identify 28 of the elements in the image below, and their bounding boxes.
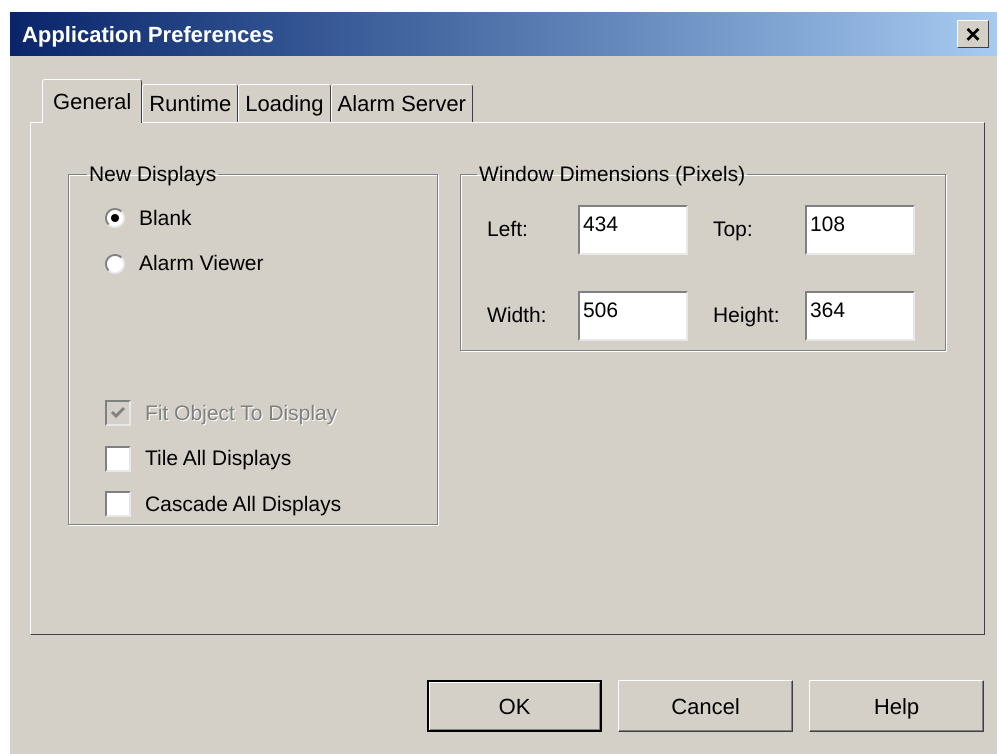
input-field[interactable]: 434: [578, 204, 688, 254]
checkbox-label: Fit Object To Display: [145, 400, 338, 426]
dialog-button[interactable]: Help: [809, 680, 984, 732]
checkbox-label: Tile All Displays: [145, 446, 292, 472]
tab[interactable]: Runtime: [142, 84, 238, 122]
field-label: Left:: [487, 216, 528, 243]
checkbox[interactable]: [105, 446, 131, 472]
tab[interactable]: Loading: [238, 84, 331, 122]
group-title: New Displays: [88, 162, 218, 188]
radio-button[interactable]: [105, 254, 125, 274]
input-field[interactable]: 108: [805, 204, 915, 254]
field-label: Top:: [713, 216, 753, 243]
tab[interactable]: General: [42, 79, 142, 123]
tab[interactable]: Alarm Server: [330, 84, 473, 122]
window-title: Application Preferences: [22, 20, 274, 49]
field-label: Height:: [713, 302, 780, 329]
radio-button[interactable]: [105, 208, 125, 228]
dialog-button[interactable]: OK: [427, 680, 602, 732]
dialog-button[interactable]: Cancel: [618, 680, 793, 732]
input-field[interactable]: 506: [578, 290, 688, 340]
field-label: Width:: [487, 302, 547, 329]
radio-label: Alarm Viewer: [139, 251, 264, 277]
close-button[interactable]: ×: [957, 20, 989, 48]
input-field[interactable]: 364: [805, 290, 915, 340]
checkbox-label: Cascade All Displays: [145, 492, 342, 518]
checkbox[interactable]: [105, 491, 131, 518]
radio-label: Blank: [139, 206, 192, 232]
group-title: Window Dimensions (Pixels): [478, 162, 746, 188]
